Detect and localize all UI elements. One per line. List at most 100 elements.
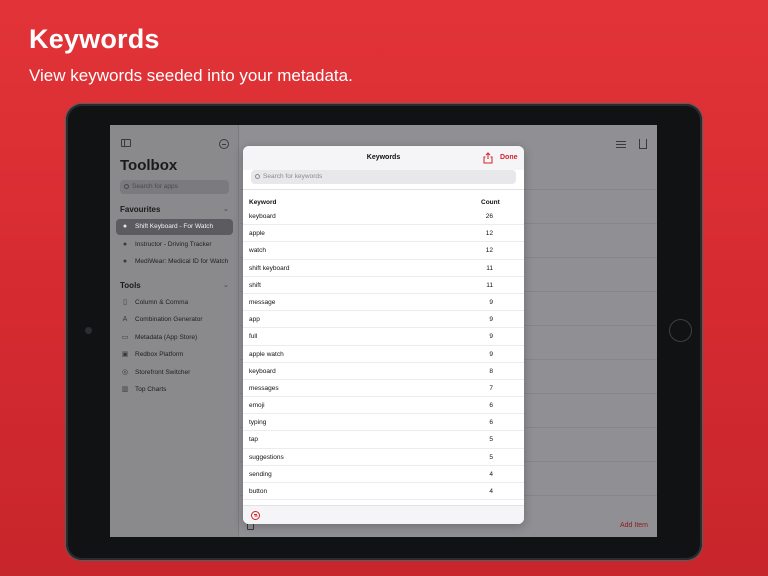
count-cell: 5 xyxy=(489,453,493,461)
apple-icon: ● xyxy=(122,258,128,265)
box-icon: ▣ xyxy=(121,351,129,358)
keyword-cell: tap xyxy=(249,436,259,444)
camera-icon xyxy=(85,327,92,334)
count-cell: 11 xyxy=(486,281,493,289)
keyword-cell: full xyxy=(249,333,258,341)
filter-icon[interactable] xyxy=(251,511,260,520)
modal-title: Keywords xyxy=(366,154,401,161)
tools-heading: Tools xyxy=(120,281,141,290)
share-icon[interactable] xyxy=(483,152,493,164)
table-row[interactable]: app 9 xyxy=(243,311,524,329)
chart-icon: ▥ xyxy=(121,386,129,393)
ipad-frame: Add Item Toolbox Search for apps Favouri… xyxy=(66,104,702,560)
count-cell: 9 xyxy=(489,350,493,358)
sidebar-item-metadata[interactable]: ▭ Metadata (App Store) xyxy=(116,330,233,346)
table-row[interactable]: button 4 xyxy=(243,483,524,501)
sidebar-title: Toolbox xyxy=(120,157,178,174)
keyword-cell: messages xyxy=(249,384,279,392)
sidebar-item-mediwear[interactable]: ● MediWear: Medical ID for Watch xyxy=(116,254,233,270)
count-cell: 9 xyxy=(489,333,493,341)
keyword-cell: keyboard xyxy=(249,213,276,220)
list-icon[interactable] xyxy=(616,141,626,148)
table-row[interactable]: keyboard 8 xyxy=(243,363,524,380)
count-cell: 12 xyxy=(485,247,493,255)
keyword-cell: emoji xyxy=(249,402,265,410)
table-row[interactable]: emoji 6 xyxy=(243,397,524,415)
sidebar-item-shift-keyboard[interactable]: ● Shift Keyboard - For Watch xyxy=(116,219,233,235)
modal-footer xyxy=(243,505,524,524)
sidebar-item-storefront[interactable]: ◎ Storefront Switcher xyxy=(116,365,233,381)
add-item-button[interactable]: Add Item xyxy=(620,522,648,529)
home-button[interactable] xyxy=(669,319,692,342)
keyword-cell: apple xyxy=(249,230,265,238)
table-row[interactable]: shift 11 xyxy=(243,277,524,294)
sidebar-search-placeholder: Search for apps xyxy=(132,183,178,190)
keyword-search-placeholder: Search for keywords xyxy=(263,173,323,180)
count-cell: 8 xyxy=(489,367,493,375)
sidebar-search-input[interactable]: Search for apps xyxy=(120,180,229,194)
sidebar-item-top-charts[interactable]: ▥ Top Charts xyxy=(116,382,233,398)
table-row[interactable]: tap 5 xyxy=(243,431,524,449)
keyword-cell: suggestions xyxy=(249,453,284,461)
document-icon: ▭ xyxy=(121,334,129,341)
sidebar-item-label: Instructor - Driving Tracker xyxy=(135,241,212,248)
sidebar-item-column-comma[interactable]: ▯ Column & Comma xyxy=(116,295,233,311)
sidebar-item-label: Column & Comma xyxy=(135,299,189,306)
keyword-cell: shift xyxy=(249,281,261,289)
sidebar-item-label: Storefront Switcher xyxy=(135,369,191,376)
sidebar-item-label: Top Charts xyxy=(135,386,167,393)
count-cell: 5 xyxy=(489,436,493,444)
count-cell: 11 xyxy=(486,264,493,272)
table-row[interactable]: typing 6 xyxy=(243,414,524,432)
count-cell: 6 xyxy=(489,419,493,427)
hero-title: Keywords xyxy=(29,24,160,54)
keyword-cell: shift keyboard xyxy=(249,264,290,272)
sidebar-item-label: Shift Keyboard - For Watch xyxy=(135,223,214,230)
table-row[interactable]: suggestions 5 xyxy=(243,449,524,466)
favourites-heading: Favourites xyxy=(120,205,161,214)
share-icon[interactable] xyxy=(639,139,647,149)
keyword-cell: keyboard xyxy=(249,367,276,375)
table-row[interactable]: messages 7 xyxy=(243,380,524,398)
count-cell: 26 xyxy=(485,213,493,220)
done-button[interactable]: Done xyxy=(500,154,518,161)
sidebar-item-label: Combination Generator xyxy=(135,316,203,323)
keyword-table: keyboard 26 apple 12 watch 12 shift keyboard 11… xyxy=(243,208,524,501)
table-row[interactable]: sending 4 xyxy=(243,466,524,483)
sidebar-item-redbox[interactable]: ▣ Redbox Platform xyxy=(116,347,233,363)
table-row[interactable]: full 9 xyxy=(243,328,524,346)
table-row[interactable]: apple watch 9 xyxy=(243,346,524,363)
count-cell: 7 xyxy=(489,384,493,392)
columns-icon: ▯ xyxy=(123,299,127,306)
count-cell: 9 xyxy=(489,316,493,324)
count-cell: 4 xyxy=(489,488,493,495)
hero-subtitle: View keywords seeded into your metadata. xyxy=(29,66,353,85)
table-row[interactable]: shift keyboard 11 xyxy=(243,260,524,277)
sidebar-item-label: Metadata (App Store) xyxy=(135,334,198,341)
column-header-keyword[interactable]: Keyword xyxy=(249,199,276,206)
chevron-down-icon[interactable]: ⌄ xyxy=(223,205,229,213)
keyword-search-input[interactable]: Search for keywords xyxy=(251,170,516,184)
chevron-down-icon[interactable]: ⌄ xyxy=(223,281,229,289)
search-icon xyxy=(255,174,260,179)
sidebar: Toolbox Search for apps Favourites ⌄ ● S… xyxy=(110,125,239,537)
apple-icon: ● xyxy=(122,241,128,248)
table-row[interactable]: apple 12 xyxy=(243,225,524,243)
search-icon xyxy=(124,184,129,189)
sidebar-item-instructor[interactable]: ● Instructor - Driving Tracker xyxy=(116,237,233,253)
count-cell: 4 xyxy=(489,470,493,478)
count-cell: 12 xyxy=(485,230,493,238)
text-icon: A xyxy=(122,316,128,323)
column-header-count[interactable]: Count xyxy=(481,199,500,206)
table-row[interactable]: message 9 xyxy=(243,294,524,312)
sidebar-item-label: Redbox Platform xyxy=(135,351,184,358)
keyword-cell: button xyxy=(249,488,268,495)
count-cell: 6 xyxy=(489,402,493,410)
minus-circle-icon[interactable] xyxy=(219,139,229,149)
sidebar-item-combination-generator[interactable]: A Combination Generator xyxy=(116,312,233,328)
table-row[interactable]: keyboard 26 xyxy=(243,208,524,226)
divider xyxy=(243,189,524,190)
table-row[interactable]: watch 12 xyxy=(243,242,524,260)
sidebar-toggle-icon[interactable] xyxy=(121,139,131,147)
keywords-modal: Keywords Done Search for keywords Keywor… xyxy=(243,146,524,524)
